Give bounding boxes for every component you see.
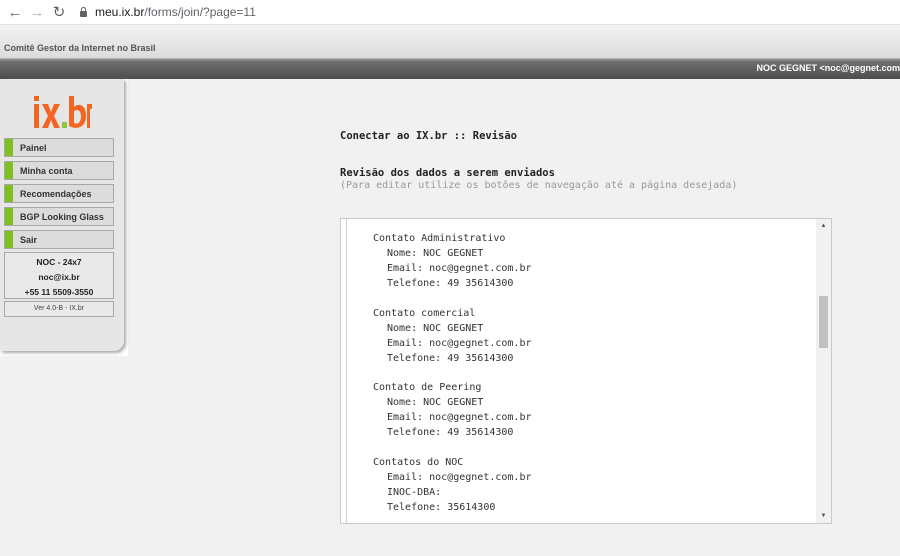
sidebar-item-label: Minha conta [20,165,73,176]
section-heading: Contatos do NOC [373,456,464,468]
review-panel[interactable]: Contato Administrativo Nome: NOC GEGNET … [340,218,832,524]
sidebar: Painel Minha conta Recomendações BGP Loo… [0,79,128,356]
scroll-up-icon[interactable]: ▲ [816,219,831,233]
sidebar-item-recomendacoes[interactable]: Recomendações [4,184,114,203]
sidebar-item-painel[interactable]: Painel [4,138,114,157]
field-inoc-dba: INOC-DBA: [387,486,442,498]
field-email: Email: noc@gegnet.com.br [387,337,532,349]
ixbr-logo [34,96,92,128]
menu-marker [5,139,13,156]
section-contato-peering: Contato de Peering Nome: NOC GEGNET Emai… [373,380,532,440]
version-label: Ver 4.0-B - IX.br [4,301,114,317]
review-content: Contato Administrativo Nome: NOC GEGNET … [373,231,532,523]
menu-marker [5,231,13,248]
lock-icon [80,6,87,17]
noc-phone: +55 11 5509-3550 [24,287,94,297]
user-name: NOC GEGNET <noc@gegnet.com [756,63,900,73]
section-heading: Contato de Peering [373,382,482,393]
field-telefone: Telefone: 49 35614300 [387,427,514,438]
site-header: Comitê Gestor da Internet no Brasil [0,25,900,59]
arrow-left-icon[interactable]: ← [4,4,26,21]
review-hint: (Para editar utilize os botões de navega… [340,180,738,191]
browser-toolbar: ← → ↻ meu.ix.br/forms/join/?page=11 [0,0,900,25]
sidebar-item-sair[interactable]: Sair [4,230,114,249]
scroll-thumb[interactable] [819,296,828,348]
field-telefone: Telefone: 49 35614300 [387,352,514,364]
field-nome: Nome: NOC GEGNET [387,322,484,334]
noc-email[interactable]: noc@ix.br [5,270,113,285]
noc-contact-box: NOC - 24x7 noc@ix.br +55 11 5509-3550 [4,252,114,299]
section-contato-administrativo: Contato Administrativo Nome: NOC GEGNET … [373,231,532,291]
user-bar: NOC GEGNET <noc@gegnet.com [0,59,900,79]
field-email: Email: noc@gegnet.com.br [387,263,532,274]
review-inner: Contato Administrativo Nome: NOC GEGNET … [346,219,818,523]
section-heading: Contato comercial [373,307,476,319]
sidebar-item-minha-conta[interactable]: Minha conta [4,161,114,180]
section-contato-comercial: Contato comercial Nome: NOC GEGNET Email… [373,306,532,366]
section-heading: Contato Administrativo [373,233,506,244]
field-nome: Nome: NOC GEGNET [387,397,484,408]
sidebar-item-label: Painel [20,142,47,153]
noc-title: NOC - 24x7 [36,257,82,267]
field-email: Email: noc@gegnet.com.br [387,412,532,423]
menu-marker [5,162,13,179]
menu-marker [5,185,13,202]
arrow-right-icon[interactable]: → [26,4,48,21]
review-title: Revisão dos dados a serem enviados [340,167,555,179]
reload-icon[interactable]: ↻ [48,3,70,21]
url-domain: meu.ix.br [95,5,145,19]
sidebar-item-label: Sair [20,234,38,245]
org-name: Comitê Gestor da Internet no Brasil [4,43,156,53]
menu-marker [5,208,13,225]
sidebar-item-label: BGP Looking Glass [20,211,104,222]
field-telefone: Telefone: 35614300 [387,501,496,513]
field-email: Email: noc@gegnet.com.br [387,471,532,483]
section-contatos-noc: Contatos do NOC Email: noc@gegnet.com.br… [373,455,532,515]
url-path: /forms/join/?page=11 [144,5,256,19]
page-title: Conectar ao IX.br :: Revisão [340,130,518,142]
sidebar-item-label: Recomendações [20,188,92,199]
address-bar[interactable]: meu.ix.br/forms/join/?page=11 [80,2,256,22]
sidebar-panel: Painel Minha conta Recomendações BGP Loo… [0,79,124,351]
field-nome: Nome: NOC GEGNET [387,248,484,259]
field-telefone: Telefone: 49 35614300 [387,278,514,289]
sidebar-item-bgp-looking-glass[interactable]: BGP Looking Glass [4,207,114,226]
review-scrollbar[interactable]: ▲ ▼ [816,219,831,523]
scroll-down-icon[interactable]: ▼ [816,509,831,523]
